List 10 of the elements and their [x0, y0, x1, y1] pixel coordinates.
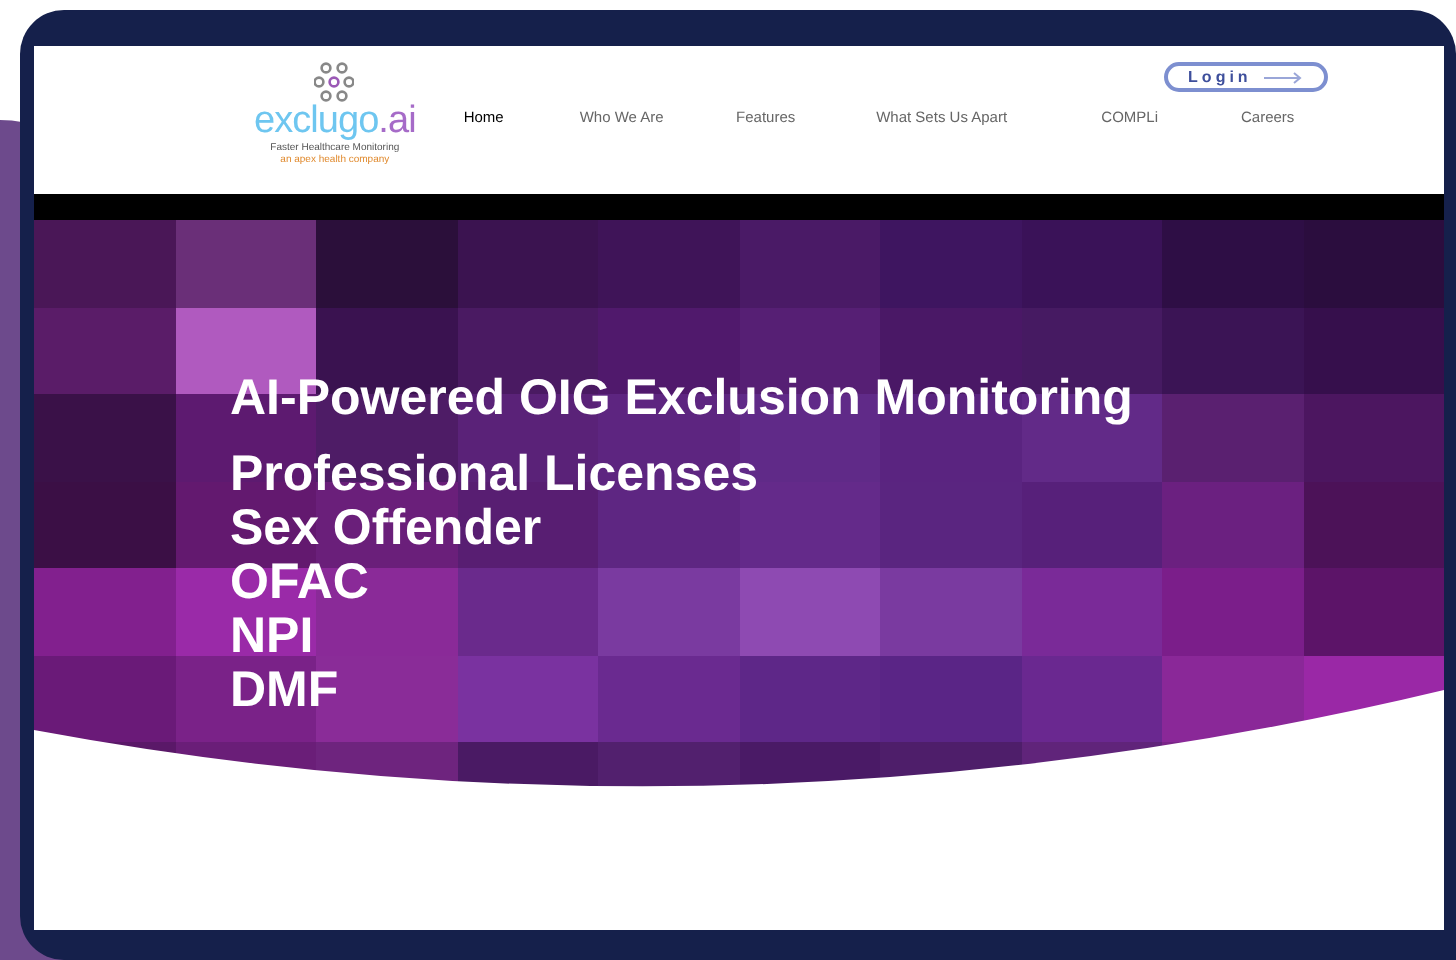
hero-title: AI-Powered OIG Exclusion Monitoring: [230, 368, 1133, 428]
login-button[interactable]: Login: [1164, 62, 1328, 92]
hero-list-item: NPI: [230, 610, 314, 664]
hero-list-item: OFAC: [230, 556, 369, 610]
hero-list-item: Sex Offender: [230, 502, 542, 556]
molecule-icon: [314, 62, 355, 102]
arrow-icon: [1263, 71, 1304, 83]
logo-wordmark: exclugo.ai: [254, 102, 416, 142]
hero-list-item: DMF: [230, 664, 339, 718]
hero-list-item: Professional Licenses: [230, 448, 759, 502]
